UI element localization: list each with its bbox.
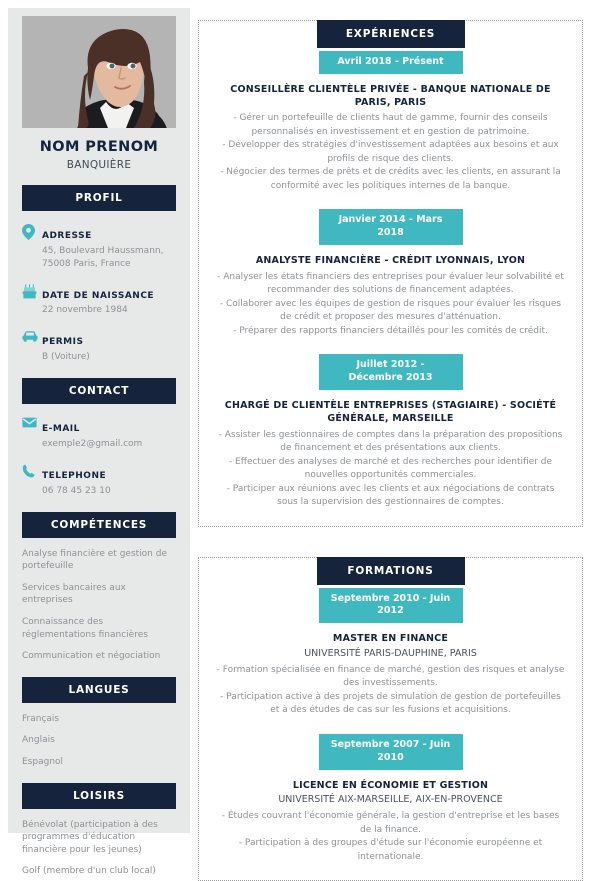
section-heading-formations: FORMATIONS [316,556,465,585]
entry-description: - Analyser les états financiers des entr… [217,271,564,336]
birthday-cake-icon [22,283,42,299]
profil-value: 45, Boulevard Haussmann, 75008 Paris, Fr… [42,245,164,269]
location-pin-icon [22,223,42,240]
date-badge: Septembre 2007 - Juin 2010 [318,733,463,770]
profil-item-date-de-naissance: DATE DE NAISSANCE 22 novembre 1984 [22,283,176,318]
experiences-frame: Avril 2018 - Présent CONSEILLÈRE CLIENTÈ… [198,20,583,527]
entry-title: CHARGÉ DE CLIENTÈLE ENTREPRISES (STAGIAI… [224,400,557,424]
contact-item-email[interactable]: E-MAIL exemple2@gmail.com [22,416,176,451]
section-heading-experiences: EXPÉRIENCES [316,20,465,48]
profil-value: 22 novembre 1984 [42,305,128,316]
profile-photo [22,16,176,128]
experience-entry: Juillet 2012 - Décembre 2013 CHARGÉ DE C… [211,354,570,509]
envelope-icon [22,416,42,428]
entry-organization: UNIVERSITÉ AIX-MARSEILLE, AIX-EN-PROVENC… [278,794,503,806]
contact-value-email[interactable]: exemple2@gmail.com [42,438,176,451]
entry-title: CONSEILLÈRE CLIENTÈLE PRIVÉE - BANQUE NA… [230,83,551,108]
section-heading-loisirs: LOISIRS [22,782,176,809]
experience-entry: Avril 2018 - Présent CONSEILLÈRE CLIENTÈ… [211,51,570,193]
section-heading-contact: CONTACT [22,378,176,405]
profil-label: ADRESSE [42,230,92,241]
car-icon [22,329,42,343]
contact-label: E-MAIL [42,424,80,435]
competences-list: Analyse financière et gestion de portefe… [22,548,176,663]
date-badge: Juillet 2012 - Décembre 2013 [318,354,463,390]
formation-entry: Septembre 2010 - Juin 2012 MASTER EN FIN… [211,587,570,718]
section-heading-profil: PROFIL [22,184,176,211]
profil-label: PERMIS [42,337,84,348]
langues-list: Français Anglais Espagnol [22,713,176,769]
list-item: Espagnol [22,757,64,767]
section-heading-competences: COMPÉTENCES [22,511,176,538]
profil-label: DATE DE NAISSANCE [42,290,155,301]
list-item: Services bancaires aux entreprises [22,582,126,606]
list-item: Anglais [22,735,55,746]
formation-entry: Septembre 2007 - Juin 2010 LICENCE EN ÉC… [211,733,570,864]
profil-value: B (Voiture) [42,352,90,363]
main-content: EXPÉRIENCES Avril 2018 - Présent CONSEIL… [198,0,583,881]
section-heading-langues: LANGUES [22,676,176,703]
list-item: Connaissance des réglementations financi… [22,617,148,640]
loisirs-list: Bénévolat (participation à des programme… [22,819,176,878]
profil-item-adresse: ADRESSE 45, Boulevard Haussmann, 75008 P… [22,223,176,271]
full-name: NOM PRENOM [39,139,159,155]
contact-value-telephone[interactable]: 06 78 45 23 10 [42,485,176,498]
profil-item-permis: PERMIS B (Voiture) [22,329,176,364]
date-badge: Janvier 2014 - Mars 2018 [318,209,463,246]
experience-entry: Janvier 2014 - Mars 2018 ANALYSTE FINANC… [211,209,570,338]
job-title: BANQUIÈRE [66,158,132,171]
list-item: Analyse financière et gestion de portefe… [22,548,167,572]
sidebar: NOM PRENOM BANQUIÈRE PROFIL ADRESSE 45, … [8,8,190,876]
entry-title: LICENCE EN ÉCONOMIE ET GESTION [292,779,489,791]
list-item: Français [22,713,60,724]
list-item: Communication et négociation [22,651,161,662]
formations-frame: Septembre 2010 - Juin 2012 MASTER EN FIN… [198,556,583,881]
entry-title: ANALYSTE FINANCIÈRE - CRÉDIT LYONNAIS, L… [255,255,526,267]
date-badge: Septembre 2010 - Juin 2012 [318,587,463,624]
formations-block: FORMATIONS Septembre 2010 - Juin 2012 MA… [198,556,583,881]
contact-item-telephone[interactable]: TELEPHONE 06 78 45 23 10 [22,463,176,498]
entry-description: - Études couvrant l'économie générale, l… [221,811,560,862]
experiences-block: EXPÉRIENCES Avril 2018 - Présent CONSEIL… [198,20,583,527]
entry-description: - Formation spécialisée en finance de ma… [216,664,565,716]
date-badge: Avril 2018 - Présent [318,51,463,74]
entry-description: - Assister les gestionnaires de comptes … [218,429,563,508]
cv-page: NOM PRENOM BANQUIÈRE PROFIL ADRESSE 45, … [0,0,591,881]
entry-organization: UNIVERSITÉ PARIS-DAUPHINE, PARIS [304,648,477,660]
list-item: Golf (membre d'un club local) [22,866,156,877]
phone-icon [22,463,42,478]
entry-description: - Gérer un portefeuille de clients haut … [220,113,561,191]
contact-label: TELEPHONE [42,470,107,481]
list-item: Bénévolat (participation à des programme… [22,819,158,855]
entry-title: MASTER EN FINANCE [332,633,449,645]
